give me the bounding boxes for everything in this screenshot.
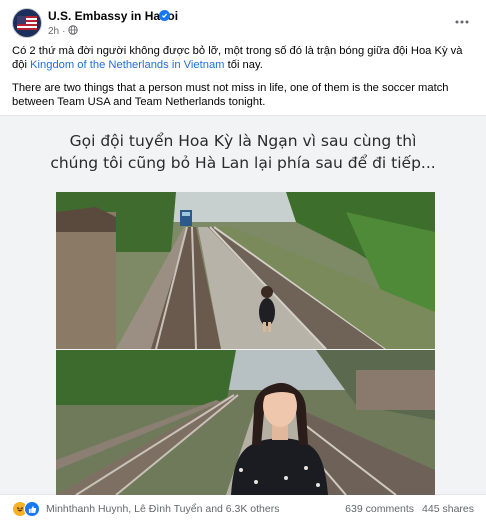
meta-separator: · bbox=[62, 26, 66, 37]
us-flag-icon[interactable] bbox=[12, 8, 42, 38]
post-text-vi-part2: tối nay. bbox=[224, 59, 263, 71]
globe-icon bbox=[68, 25, 79, 38]
verified-badge-icon bbox=[159, 10, 170, 21]
more-options-icon[interactable] bbox=[452, 12, 472, 32]
post-footer: Minhthanh Huynh, Lê Đình Tuyển and 6.3K … bbox=[12, 498, 474, 518]
railway-photo-top[interactable] bbox=[56, 192, 435, 349]
comments-count[interactable]: 639 comments bbox=[345, 503, 414, 515]
caption-line-1: Gọi đội tuyển Hoa Kỳ là Ngạn vì sau cùng… bbox=[69, 132, 417, 150]
media-caption: Gọi đội tuyển Hoa Kỳ là Ngạn vì sau cùng… bbox=[0, 130, 486, 174]
post-header: U.S. Embassy in Hanoi 2h · bbox=[12, 8, 474, 42]
post-meta: 2h · bbox=[48, 25, 79, 38]
post-time[interactable]: 2h bbox=[48, 26, 59, 37]
reactors-names[interactable]: Minhthanh Huynh, Lê Đình Tuyển and 6.3K … bbox=[46, 503, 280, 515]
post-text-english: There are two things that a person must … bbox=[12, 82, 449, 108]
caption-line-2: chúng tôi cũng bỏ Hà Lan lại phía sau để… bbox=[50, 154, 436, 172]
post-text-vietnamese: Có 2 thứ mà đời người không được bỏ lỡ, … bbox=[12, 44, 474, 72]
reaction-icons[interactable] bbox=[12, 501, 40, 517]
netherlands-embassy-link[interactable]: Kingdom of the Netherlands in Vietnam bbox=[30, 59, 224, 71]
post-media[interactable]: Gọi đội tuyển Hoa Kỳ là Ngạn vì sau cùng… bbox=[0, 115, 486, 495]
post-body: Có 2 thứ mà đời người không được bỏ lỡ, … bbox=[12, 44, 474, 118]
shares-count[interactable]: 445 shares bbox=[422, 503, 474, 515]
post-card: U.S. Embassy in Hanoi 2h · Có 2 thứ mà đ… bbox=[0, 0, 486, 520]
railway-photo-bottom[interactable] bbox=[56, 350, 435, 495]
engagement-counts: 639 comments 445 shares bbox=[337, 503, 474, 515]
like-reaction-icon[interactable] bbox=[24, 501, 40, 517]
